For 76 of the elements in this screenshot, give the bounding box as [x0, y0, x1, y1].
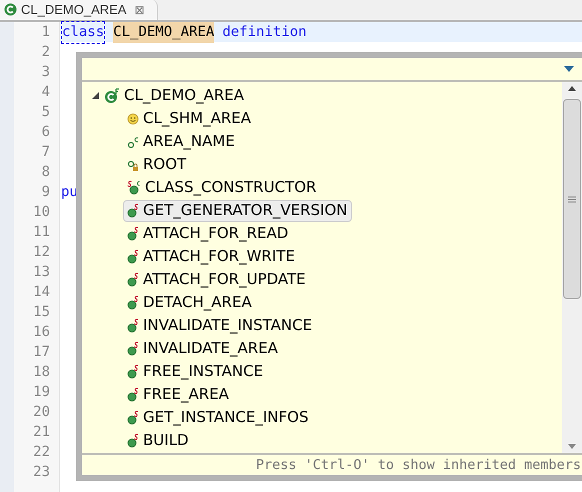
- member-name: INVALIDATE_AREA: [143, 338, 278, 360]
- line-number: 8: [42, 162, 50, 182]
- line-number: 9: [42, 182, 50, 202]
- line-number: 23: [33, 462, 50, 482]
- member-name: FREE_AREA: [143, 384, 229, 406]
- line-number: 19: [33, 382, 50, 402]
- line-number: 15: [33, 302, 50, 322]
- dropdown-icon[interactable]: [564, 66, 574, 72]
- line-number: 5: [42, 102, 50, 122]
- member-name: BUILD: [143, 430, 189, 452]
- line-number: 12: [33, 242, 50, 262]
- static-method-icon: [127, 249, 139, 264]
- class-icon: [104, 88, 120, 104]
- static-method-icon: [127, 295, 139, 310]
- static-method-icon: [127, 272, 139, 287]
- tree-item[interactable]: FREE_INSTANCE: [123, 360, 268, 382]
- line-number: 14: [33, 282, 50, 302]
- line-number: 10: [33, 202, 50, 222]
- class-icon: [4, 3, 17, 16]
- scrollbar[interactable]: [562, 82, 582, 453]
- code-token: definition: [222, 22, 307, 42]
- member-name: AREA_NAME: [143, 131, 235, 152]
- line-number: 6: [42, 122, 50, 142]
- line-number: 18: [33, 362, 50, 382]
- collapse-toggle[interactable]: [92, 92, 100, 100]
- line-number: 21: [33, 422, 50, 442]
- line-number: 22: [33, 442, 50, 462]
- editor-tab[interactable]: CL_DEMO_AREA ⊠: [0, 0, 158, 20]
- static-method-icon: [127, 318, 139, 333]
- tree-item[interactable]: CLASS_CONSTRUCTOR: [123, 176, 320, 198]
- member-name: CLASS_CONSTRUCTOR: [145, 177, 316, 198]
- tree-item[interactable]: ATTACH_FOR_READ: [123, 222, 292, 244]
- member-name: FREE_INSTANCE: [143, 361, 264, 382]
- tree-item[interactable]: DETACH_AREA: [123, 292, 256, 314]
- static-method-icon: [127, 341, 139, 356]
- scroll-down-icon[interactable]: [568, 444, 576, 449]
- tab-title: CL_DEMO_AREA: [21, 0, 126, 19]
- code-token: class: [61, 20, 106, 44]
- static-method-icon: [127, 433, 139, 448]
- tree-item[interactable]: CL_DEMO_AREA: [124, 84, 244, 107]
- constructor-icon: [127, 180, 141, 195]
- member-name: ATTACH_FOR_WRITE: [143, 246, 295, 268]
- line-number: 20: [33, 402, 50, 422]
- tree-item[interactable]: CL_SHM_AREA: [123, 108, 255, 130]
- line-number: 1: [42, 22, 50, 42]
- line-number: 7: [42, 142, 50, 162]
- line-number: 17: [33, 342, 50, 362]
- grip-icon: [568, 196, 576, 202]
- close-button[interactable]: ⊠: [134, 0, 145, 18]
- code-token: CL_DEMO_AREA: [113, 22, 214, 42]
- static-method-icon: [127, 226, 139, 241]
- member-name: ATTACH_FOR_READ: [143, 223, 288, 244]
- static-method-icon: [127, 387, 139, 402]
- scroll-up-icon[interactable]: [568, 86, 576, 91]
- tree-item[interactable]: BUILD: [123, 430, 193, 452]
- constant-icon: [127, 134, 139, 148]
- static-method-icon: [127, 203, 139, 218]
- line-number: 16: [33, 322, 50, 342]
- smiley-icon: [127, 112, 139, 124]
- tree-item[interactable]: AREA_NAME: [123, 130, 239, 152]
- line-number: 13: [33, 262, 50, 282]
- static-method-icon: [127, 364, 139, 379]
- hint-text: Press 'Ctrl-O' to show inherited members: [256, 456, 581, 475]
- line-number: 3: [42, 62, 50, 82]
- static-method-icon: [127, 410, 139, 425]
- line-number: 2: [42, 42, 50, 62]
- line-number: 11: [33, 222, 50, 242]
- scroll-thumb[interactable]: [563, 99, 581, 299]
- member-name: ROOT: [143, 154, 186, 176]
- tree-item[interactable]: ATTACH_FOR_WRITE: [123, 246, 299, 268]
- tree-item[interactable]: FREE_AREA: [123, 384, 233, 406]
- line-number: 4: [42, 82, 50, 102]
- member-name: DETACH_AREA: [143, 292, 252, 314]
- tree-item[interactable]: ROOT: [123, 154, 190, 176]
- member-name: CL_SHM_AREA: [143, 108, 251, 130]
- tree-item[interactable]: INVALIDATE_AREA: [123, 338, 282, 360]
